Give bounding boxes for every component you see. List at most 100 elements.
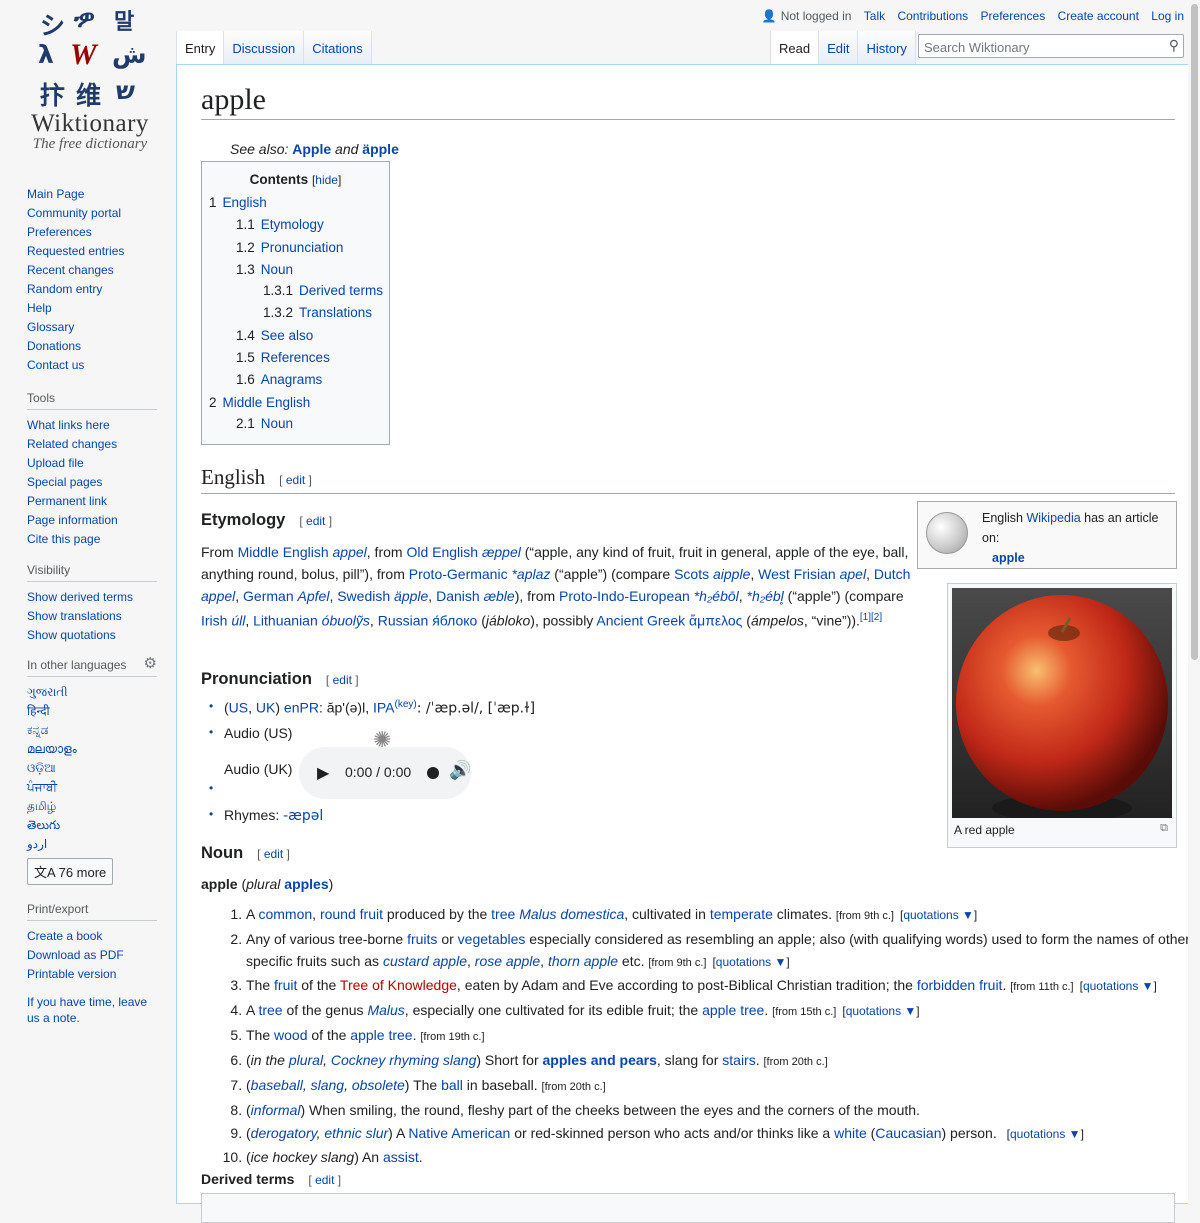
scrollbar-thumb[interactable] bbox=[1191, 4, 1198, 660]
lang-odia[interactable]: ଓଡ଼ିଆ bbox=[27, 761, 56, 775]
toc-item[interactable]: 1.3.2 Translations bbox=[263, 305, 372, 320]
search-icon[interactable]: ⚲ bbox=[1169, 37, 1179, 54]
enpr-link[interactable]: enPR bbox=[284, 700, 319, 716]
log-in-link[interactable]: Log in bbox=[1151, 9, 1184, 23]
lang-gujarati[interactable]: ગુજરાતી bbox=[27, 685, 68, 699]
quotations-toggle[interactable]: quotations ▼ bbox=[903, 908, 974, 922]
lang-malayalam[interactable]: മലയാളം bbox=[27, 742, 77, 756]
lang-kannada[interactable]: ಕನ್ನಡ bbox=[27, 723, 48, 737]
nav-recent-changes[interactable]: Recent changes bbox=[27, 263, 114, 277]
plural-link[interactable]: apples bbox=[284, 876, 328, 892]
nav-preferences[interactable]: Preferences bbox=[27, 225, 92, 239]
edit-english-link[interactable]: edit bbox=[286, 473, 305, 487]
wikipedia-link[interactable]: Wikipedia bbox=[1026, 511, 1080, 525]
wiktionary-logo[interactable]: シ ዏ 말 λ W ش 抃 维 ש Wiktionary The free di… bbox=[20, 4, 160, 164]
tool-permanent-link[interactable]: Permanent link bbox=[27, 494, 107, 508]
tab-entry[interactable]: Entry bbox=[176, 31, 225, 65]
uk-accent-link[interactable]: UK bbox=[256, 700, 275, 716]
toc-link: Noun bbox=[260, 416, 294, 431]
toc-item[interactable]: 2 Middle English bbox=[209, 395, 310, 410]
quotations-toggle[interactable]: quotations ▼ bbox=[1083, 979, 1154, 993]
nav-glossary[interactable]: Glossary bbox=[27, 320, 74, 334]
more-languages-button[interactable]: 文A 76 more bbox=[27, 858, 114, 885]
toc-title: Contents bbox=[249, 172, 309, 187]
nav-donations[interactable]: Donations bbox=[27, 339, 81, 353]
audio-progress-handle[interactable] bbox=[427, 767, 439, 779]
nav-random-entry[interactable]: Random entry bbox=[27, 282, 102, 296]
ipa-key-link[interactable]: (key) bbox=[395, 699, 417, 710]
toc-item[interactable]: 1.4 See also bbox=[236, 328, 313, 343]
toc-hide-link[interactable]: hide bbox=[315, 173, 338, 187]
edit-etymology-link[interactable]: edit bbox=[306, 514, 325, 528]
lang-telugu[interactable]: తెలుగు bbox=[27, 818, 60, 832]
rhymes-link[interactable]: -æpəl bbox=[283, 808, 323, 824]
quotations-toggle[interactable]: quotations ▼ bbox=[846, 1004, 917, 1018]
nav-requested-entries[interactable]: Requested entries bbox=[27, 244, 124, 258]
edit-noun-link[interactable]: edit bbox=[264, 847, 283, 861]
search-input[interactable] bbox=[922, 36, 1156, 58]
quotations-toggle[interactable]: quotations ▼ bbox=[716, 955, 787, 969]
derived-terms-box[interactable] bbox=[201, 1193, 1175, 1223]
create-account-link[interactable]: Create account bbox=[1058, 9, 1139, 23]
nav-main-page[interactable]: Main Page bbox=[27, 187, 84, 201]
us-accent-link[interactable]: US bbox=[229, 700, 248, 716]
lang-punjabi[interactable]: ਪੰਜਾਬੀ bbox=[27, 780, 57, 794]
toc-item[interactable]: 1.2 Pronunciation bbox=[236, 240, 343, 255]
tab-read[interactable]: Read bbox=[770, 31, 820, 65]
gear-icon[interactable]: ⚙ bbox=[144, 654, 157, 672]
tab-history[interactable]: History bbox=[858, 31, 916, 65]
edit-pronunciation-link[interactable]: edit bbox=[333, 673, 352, 687]
edit-derived-link[interactable]: edit bbox=[315, 1173, 334, 1187]
play-icon[interactable]: ▶ bbox=[317, 763, 329, 783]
toc-item[interactable]: 1 English bbox=[209, 195, 267, 210]
create-book-link[interactable]: Create a book bbox=[27, 929, 102, 943]
show-derived-terms[interactable]: Show derived terms bbox=[27, 590, 133, 604]
toc-item[interactable]: 1.1 Etymology bbox=[236, 217, 324, 232]
tool-page-information[interactable]: Page information bbox=[27, 513, 118, 527]
apple-image[interactable] bbox=[952, 588, 1172, 818]
download-pdf-link[interactable]: Download as PDF bbox=[27, 948, 124, 962]
talk-link[interactable]: Talk bbox=[864, 9, 885, 23]
leave-note-link[interactable]: If you have time, leave us a note. bbox=[27, 995, 147, 1025]
preferences-link[interactable]: Preferences bbox=[981, 9, 1046, 23]
audio-us-label: Audio (US) bbox=[224, 725, 293, 741]
scrollbar[interactable] bbox=[1188, 0, 1200, 1200]
volume-icon[interactable]: 🔊 bbox=[449, 760, 471, 781]
toc-item[interactable]: 1.6 Anagrams bbox=[236, 372, 322, 387]
lang-hindi[interactable]: हिन्दी bbox=[27, 704, 50, 718]
tool-cite-this-page[interactable]: Cite this page bbox=[27, 532, 100, 546]
show-quotations[interactable]: Show quotations bbox=[27, 628, 116, 642]
lang-tamil[interactable]: தமிழ் bbox=[27, 799, 56, 813]
show-translations[interactable]: Show translations bbox=[27, 609, 122, 623]
toc-item[interactable]: 2.1 Noun bbox=[236, 416, 293, 431]
toc-item[interactable]: 1.3 Noun bbox=[236, 262, 293, 277]
printable-version-link[interactable]: Printable version bbox=[27, 967, 116, 981]
nav-contact-us[interactable]: Contact us bbox=[27, 358, 84, 372]
quotations-toggle[interactable]: quotations ▼ bbox=[1010, 1127, 1081, 1141]
contributions-link[interactable]: Contributions bbox=[897, 9, 968, 23]
logo-wordmark: Wiktionary bbox=[31, 110, 149, 137]
tab-discussion[interactable]: Discussion bbox=[224, 31, 305, 65]
see-also-hatnote: See also: Apple and äpple bbox=[230, 141, 399, 157]
toc-item[interactable]: 1.3.1 Derived terms bbox=[263, 283, 383, 298]
feedback-portal: If you have time, leave us a note. bbox=[27, 994, 157, 1026]
definition-item: A common, round fruit produced by the tr… bbox=[246, 903, 1191, 928]
nav-help[interactable]: Help bbox=[27, 301, 52, 315]
nav-community-portal[interactable]: Community portal bbox=[27, 206, 121, 220]
tool-related-changes[interactable]: Related changes bbox=[27, 437, 117, 451]
toc-link: Etymology bbox=[260, 217, 324, 232]
image-caption: A red apple bbox=[954, 823, 1015, 837]
wikipedia-article-link[interactable]: apple bbox=[992, 551, 1025, 565]
magnify-icon[interactable]: ⧉ bbox=[1160, 822, 1168, 835]
see-also-apple-link[interactable]: Apple bbox=[292, 141, 331, 157]
lang-urdu[interactable]: اردو bbox=[27, 837, 47, 851]
ipa-link[interactable]: IPA bbox=[373, 700, 395, 716]
tool-what-links-here[interactable]: What links here bbox=[27, 418, 110, 432]
tab-edit[interactable]: Edit bbox=[819, 31, 859, 65]
tool-special-pages[interactable]: Special pages bbox=[27, 475, 102, 489]
see-also-aepple-link[interactable]: äpple bbox=[362, 141, 399, 157]
toc-item[interactable]: 1.5 References bbox=[236, 350, 330, 365]
tab-citations[interactable]: Citations bbox=[304, 31, 372, 65]
derived-terms-heading: Derived terms[ edit ] bbox=[201, 1171, 342, 1187]
tool-upload-file[interactable]: Upload file bbox=[27, 456, 84, 470]
